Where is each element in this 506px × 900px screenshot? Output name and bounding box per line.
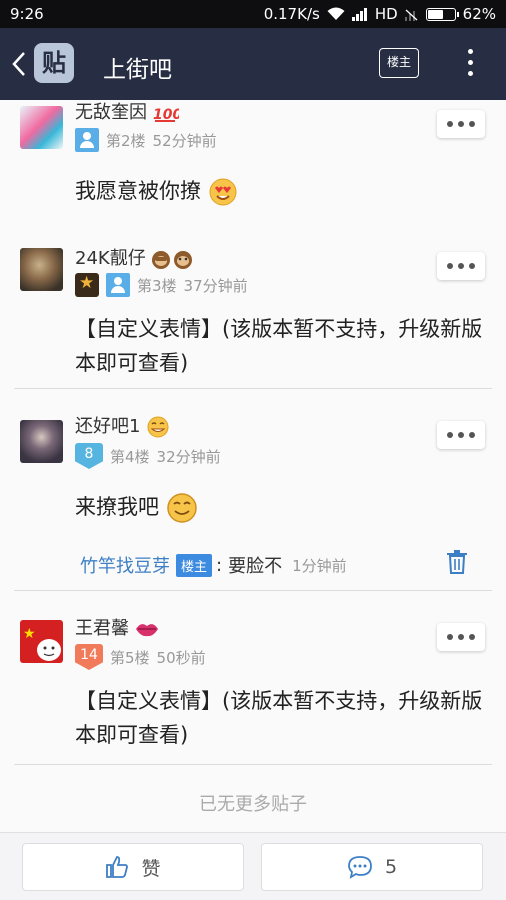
post-more-button[interactable]	[437, 421, 485, 449]
post-more-button[interactable]	[437, 623, 485, 651]
medal-icon	[75, 273, 99, 297]
post-floor-5: ★ 王君馨 14 第5楼 50秒前 【自定义表情】(该版本暂不支持，升级新版本即…	[0, 606, 506, 766]
level-badge: 8	[75, 443, 103, 469]
post-meta: 8 第4楼 32分钟前	[75, 443, 221, 469]
smile-emoji	[166, 493, 197, 523]
svg-text:★: ★	[23, 626, 36, 642]
status-time: 9:26	[10, 5, 44, 23]
comment-icon	[348, 856, 372, 879]
page-title: 上街吧	[103, 57, 172, 83]
post-more-button[interactable]	[437, 252, 485, 280]
grin-emoji	[147, 416, 169, 438]
post-floor-3: 24K靓仔 第3楼 37分钟前 【自定义表情】(该版本暂不支持，升级新版本即可查…	[0, 240, 506, 390]
only-louzhu-button[interactable]: 楼主	[379, 48, 419, 78]
post-meta: 14 第5楼 50秒前	[75, 644, 206, 670]
post-author[interactable]: 24K靓仔	[75, 244, 195, 270]
flag-icon: ★	[23, 626, 61, 661]
avatar[interactable]	[20, 420, 63, 463]
100-emoji: 100	[153, 107, 179, 123]
post-time: 32分钟前	[156, 447, 221, 466]
see-no-evil-monkey-emoji	[152, 251, 193, 269]
post-author[interactable]: 无敌奎因 100	[75, 98, 179, 124]
member-badge-icon	[106, 273, 130, 297]
like-label: 赞	[141, 857, 161, 880]
like-button[interactable]: 赞	[22, 843, 244, 891]
back-icon[interactable]	[8, 48, 30, 80]
trash-icon[interactable]	[446, 550, 468, 574]
reply-colon: :	[216, 554, 223, 576]
status-bar: 9:26 0.17K/s HD 62%	[0, 0, 506, 28]
thumbs-up-icon	[106, 856, 129, 878]
avatar[interactable]	[20, 106, 63, 149]
post-meta: 第2楼 52分钟前	[75, 128, 217, 152]
member-badge-icon	[75, 128, 99, 152]
post-content: 【自定义表情】(该版本暂不支持，升级新版本即可查看)	[75, 317, 483, 375]
no-more-posts: 已无更多贴子	[199, 794, 307, 815]
reply-text: 要脸不	[228, 556, 283, 577]
comment-button[interactable]: 5	[261, 843, 483, 891]
network-speed: 0.17K/s	[263, 5, 320, 23]
bottom-bar: 赞 5	[0, 832, 506, 900]
level-badge: 14	[75, 644, 103, 670]
reply-user[interactable]: 竹竿找豆芽	[80, 552, 170, 578]
divider	[14, 388, 492, 389]
divider	[14, 590, 492, 591]
avatar[interactable]: ★	[20, 620, 63, 663]
floor-number: 第5楼	[110, 648, 150, 667]
louzhu-tag: 楼主	[176, 553, 213, 577]
post-meta: 第3楼 37分钟前	[75, 273, 248, 297]
post-time: 37分钟前	[183, 276, 248, 295]
app-header: 贴 上街吧 楼主	[0, 28, 506, 100]
reply-time: 1分钟前	[292, 556, 347, 575]
post-more-button[interactable]	[437, 110, 485, 138]
floor-number: 第3楼	[137, 276, 177, 295]
tieba-logo[interactable]: 贴	[34, 43, 74, 83]
post-content: 我愿意被你撩	[75, 174, 495, 208]
wifi-icon	[327, 7, 345, 20]
avatar[interactable]	[20, 248, 63, 291]
more-options-icon[interactable]	[460, 46, 480, 80]
divider	[14, 764, 492, 765]
floor-number: 第2楼	[106, 131, 146, 150]
lips-emoji	[135, 624, 158, 637]
signal-off-icon	[404, 9, 418, 21]
comment-count: 5	[384, 856, 398, 878]
post-content: 【自定义表情】(该版本暂不支持，升级新版本即可查看)	[75, 689, 483, 747]
post-author[interactable]: 还好吧1	[75, 412, 170, 438]
floor-number: 第4楼	[110, 447, 150, 466]
post-author[interactable]: 王君馨	[75, 614, 159, 640]
post-time: 50秒前	[156, 648, 206, 667]
network-type: HD	[374, 5, 398, 23]
post-content: 来撩我吧	[75, 490, 495, 524]
battery-icon	[425, 7, 459, 21]
battery-percent: 62%	[462, 5, 496, 23]
heart-eyes-emoji	[209, 178, 237, 206]
post-floor-2: 无敌奎因 100 第2楼 52分钟前 我愿意被你撩	[0, 100, 506, 230]
signal-icon	[351, 7, 367, 21]
reply-item: 竹竿找豆芽 楼主 : 要脸不 1分钟前	[80, 552, 347, 578]
post-time: 52分钟前	[152, 131, 217, 150]
